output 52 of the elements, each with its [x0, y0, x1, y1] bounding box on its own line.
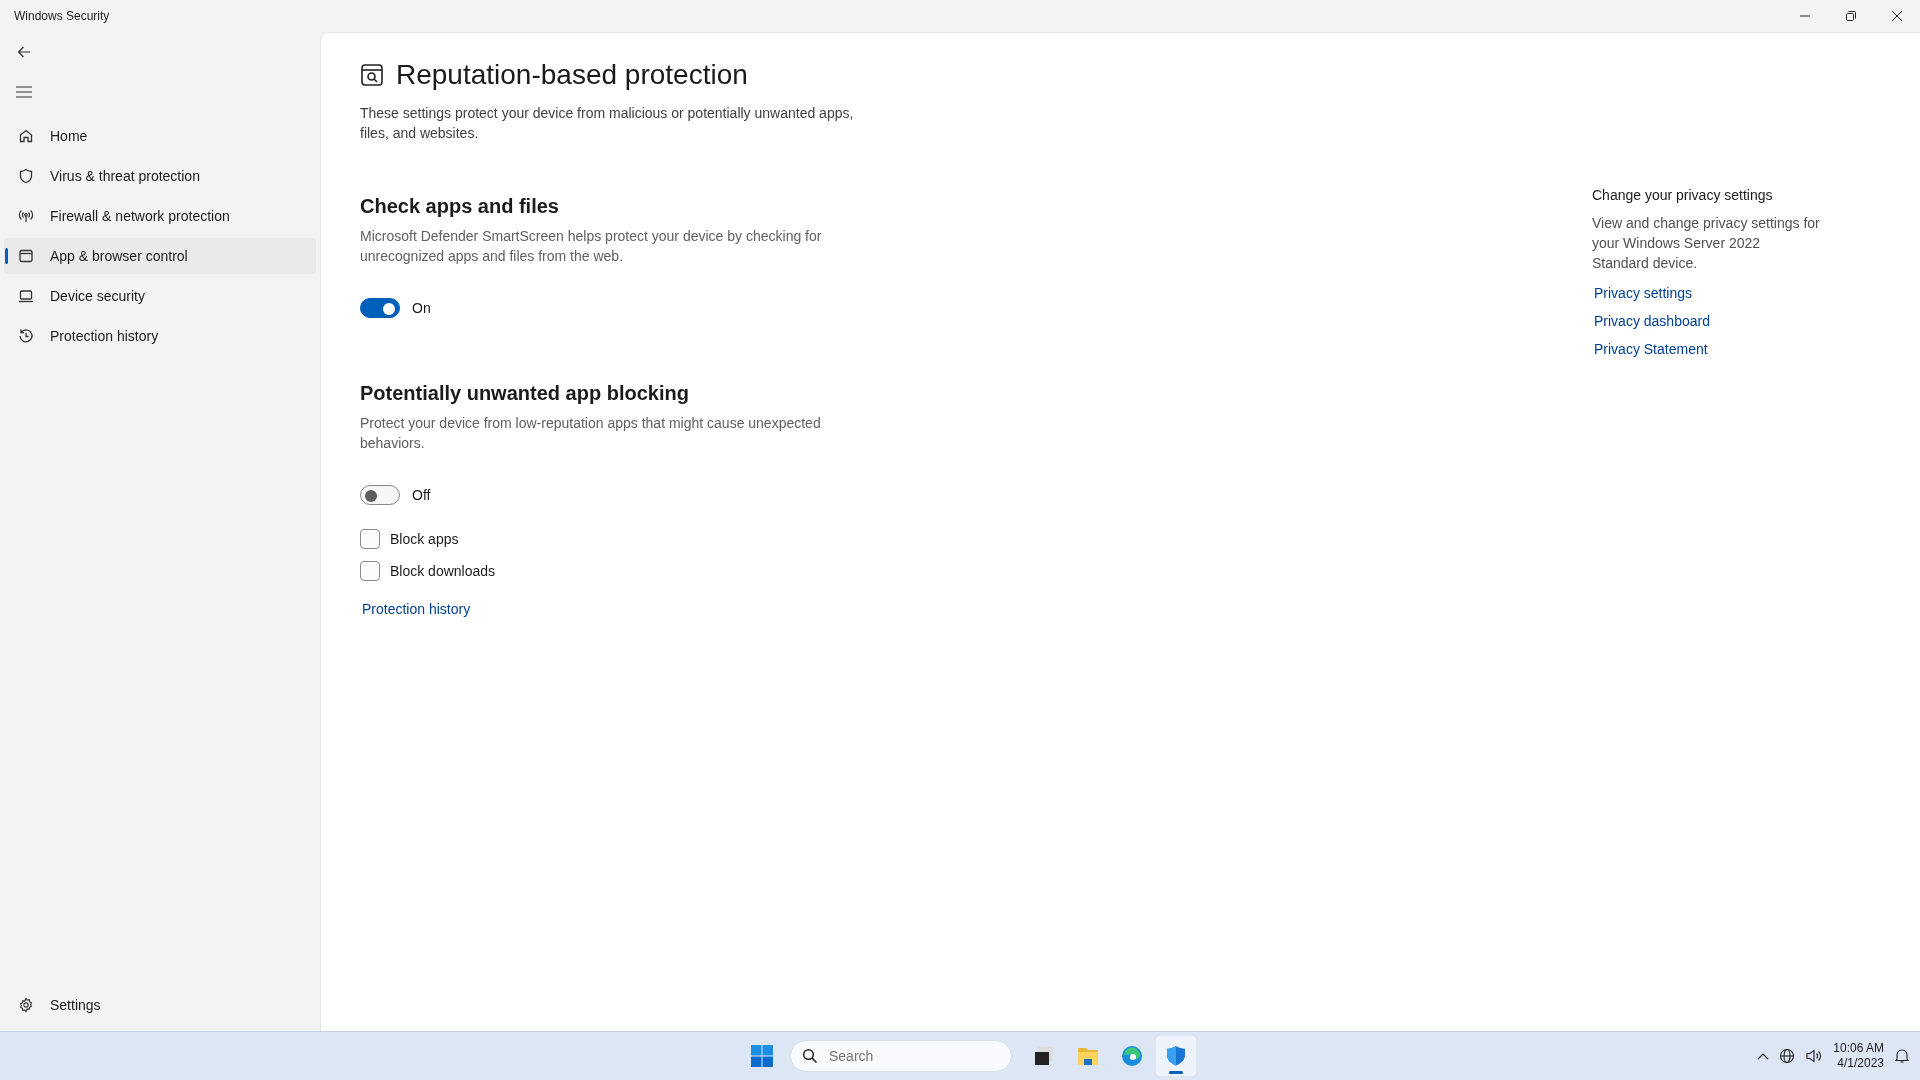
history-icon — [18, 328, 34, 344]
section-description: Microsoft Defender SmartScreen helps protect your device by checking for unrecognized apps and files from the web. — [360, 227, 823, 266]
section-description: Protect your device from low-reputation apps that might cause unexpected behaviors. — [360, 414, 822, 453]
nav-item[interactable]: Virus & threat protection — [4, 158, 316, 194]
aside-description: View and change privacy settings for your Windows Server 2022 Standard device. — [1592, 214, 1820, 273]
section-heading: Check apps and files — [360, 195, 560, 218]
notification-icon[interactable] — [1894, 1048, 1910, 1064]
section-heading: Potentially unwanted app blocking — [360, 382, 690, 405]
window-title: Windows Security — [14, 9, 111, 23]
back-arrow-icon — [17, 45, 31, 59]
shield-icon — [1164, 1044, 1188, 1068]
toggle-label: Off — [412, 487, 431, 503]
laptop-icon — [18, 288, 34, 304]
settings-nav-item[interactable]: Settings — [4, 987, 316, 1023]
search-icon — [802, 1048, 818, 1064]
checkbox[interactable] — [360, 561, 380, 581]
checkbox-label: Block downloads — [390, 563, 496, 579]
nav-item[interactable]: Protection history — [4, 318, 316, 354]
checkbox-label: Block apps — [390, 531, 459, 547]
protection-history-link[interactable]: Protection history — [362, 601, 471, 617]
window-icon — [18, 248, 34, 264]
nav-item[interactable]: Home — [4, 118, 316, 154]
clock-time[interactable]: 10:06 AM — [1833, 1041, 1884, 1056]
toggle-switch[interactable] — [360, 298, 400, 318]
nav-item[interactable]: App & browser control — [4, 238, 316, 274]
page-title: Reputation-based protection — [396, 59, 748, 91]
checkbox[interactable] — [360, 529, 380, 549]
windows-logo-icon — [750, 1044, 774, 1068]
globe-icon[interactable] — [1779, 1048, 1796, 1064]
privacy-link[interactable]: Privacy Statement — [1594, 335, 1708, 363]
browser-icon — [1120, 1044, 1144, 1068]
privacy-link[interactable]: Privacy dashboard — [1594, 307, 1710, 335]
terminal-icon — [1032, 1044, 1056, 1068]
speaker-icon[interactable] — [1805, 1048, 1824, 1064]
clock-date[interactable]: 4/1/2023 — [1837, 1056, 1884, 1071]
antenna-icon — [18, 208, 34, 224]
toggle-switch[interactable] — [360, 485, 400, 505]
nav-item[interactable]: Device security — [4, 278, 316, 314]
page-description: These settings protect your device from malicious or potentially unwanted apps, files, and websites. — [360, 104, 855, 143]
chevron-up-icon[interactable] — [1757, 1052, 1770, 1060]
close-icon — [1892, 11, 1902, 21]
settings-icon — [18, 997, 34, 1013]
privacy-link[interactable]: Privacy settings — [1594, 279, 1693, 307]
menu-icon — [16, 86, 32, 98]
nav-item[interactable]: Firewall & network protection — [4, 198, 316, 234]
home-icon — [18, 128, 34, 144]
taskbar-search-field[interactable]: Search — [790, 1040, 1012, 1072]
search-window-icon — [360, 63, 384, 87]
toggle-label: On — [412, 300, 431, 316]
shield-icon — [18, 168, 34, 184]
aside-heading: Change your privacy settings — [1592, 187, 1774, 203]
restore-icon — [1846, 11, 1856, 21]
